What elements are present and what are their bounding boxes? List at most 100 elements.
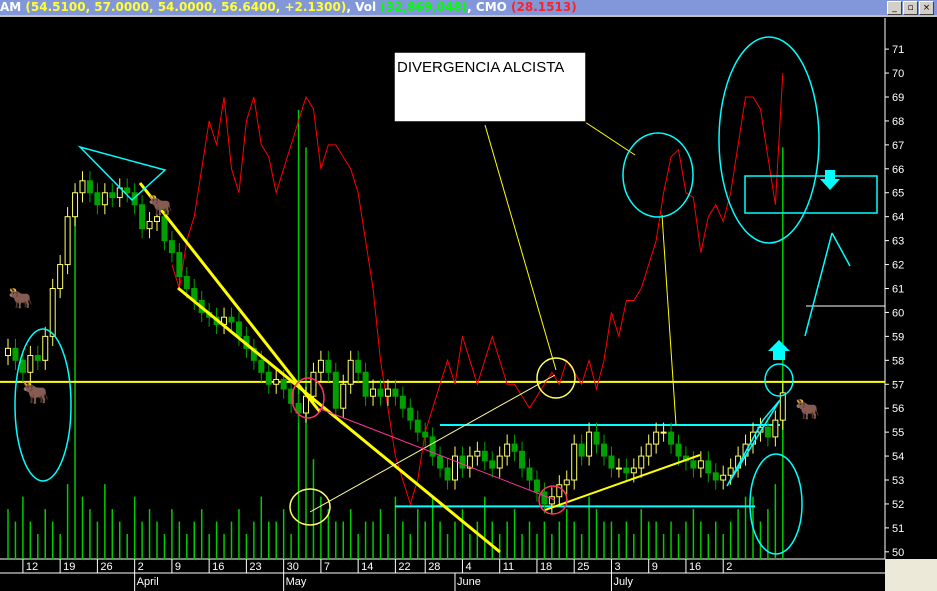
candle-body: [72, 192, 79, 218]
y-tick-label: 67: [892, 140, 904, 152]
candle-body: [638, 455, 645, 469]
candle-body: [399, 395, 406, 409]
candle-body: [578, 443, 585, 457]
candle-body: [720, 474, 727, 481]
x-tick-label: 25: [577, 561, 589, 573]
x-tick-label: 28: [428, 561, 440, 573]
month-label: July: [613, 576, 633, 588]
candle-body: [317, 359, 324, 373]
y-tick-label: 62: [892, 260, 904, 272]
y-tick-label: 61: [892, 284, 904, 296]
candle-body: [124, 187, 131, 194]
y-tick-label: 52: [892, 499, 904, 511]
candle-body: [12, 347, 19, 361]
x-tick-label: 11: [503, 561, 514, 573]
candle-body: [49, 288, 56, 337]
candle-body: [407, 407, 414, 421]
x-tick-label: 30: [287, 561, 299, 573]
x-tick-label: 9: [652, 561, 658, 573]
candle-body: [57, 264, 64, 290]
candle-body: [325, 359, 332, 373]
x-tick-label: 16: [689, 561, 701, 573]
candle-body: [593, 431, 600, 445]
candle-body: [94, 192, 101, 206]
candle-body: [668, 431, 675, 445]
candle-body: [332, 371, 339, 409]
candle-body: [265, 371, 272, 385]
candle-body: [645, 443, 652, 457]
candle-body: [727, 467, 734, 476]
arrow-down-icon: [820, 170, 840, 190]
y-tick-label: 50: [892, 547, 904, 559]
candle-body: [481, 450, 488, 462]
candle-body: [623, 467, 630, 474]
candle-body: [697, 460, 704, 469]
candle-body: [27, 355, 34, 373]
trendline: [177, 286, 501, 554]
candle-body: [511, 443, 518, 452]
candle-body: [533, 479, 540, 493]
x-tick-label: 12: [26, 561, 38, 573]
candle-body: [79, 180, 86, 194]
candle-body: [280, 378, 287, 390]
candle-body: [690, 460, 697, 469]
x-tick-label: 7: [324, 561, 330, 573]
candle-body: [504, 443, 511, 457]
y-tick-label: 65: [892, 188, 904, 200]
candle-body: [310, 371, 317, 397]
candle-body: [355, 359, 362, 373]
x-tick-label: 16: [212, 561, 224, 573]
y-tick-label: 59: [892, 331, 904, 343]
annotation-title: DIVERGENCIA ALCISTA: [397, 59, 564, 76]
candle-body: [630, 467, 637, 474]
candle-body: [340, 383, 347, 409]
candle-body: [183, 276, 190, 290]
candle-body: [444, 467, 451, 481]
trendline: [138, 182, 322, 413]
candle-body: [496, 455, 503, 469]
candle-body: [519, 450, 526, 469]
x-tick-label: 9: [175, 561, 181, 573]
candle-body: [362, 371, 369, 397]
candle-body: [675, 443, 682, 457]
y-tick-label: 57: [892, 379, 904, 391]
candle-body: [653, 431, 660, 445]
candle-body: [64, 216, 71, 266]
candle-body: [228, 316, 235, 323]
x-tick-label: 4: [465, 561, 471, 573]
candle-body: [586, 431, 593, 457]
candle-body: [422, 431, 429, 438]
bull-icon: 🐂: [795, 399, 820, 421]
candle-body: [258, 359, 265, 373]
candle-body: [601, 443, 607, 457]
y-tick-label: 55: [892, 427, 904, 439]
candle-body: [526, 467, 533, 481]
month-label: May: [286, 576, 307, 588]
candle-body: [347, 359, 354, 385]
candle-body: [712, 472, 719, 481]
corner-panel: [885, 559, 937, 591]
x-tick-label: 3: [614, 561, 620, 573]
candle-body: [235, 321, 242, 337]
candle-body: [392, 388, 399, 397]
candle-body: [571, 443, 578, 481]
y-tick-label: 56: [892, 403, 904, 415]
bull-icon: 🐂: [148, 195, 173, 217]
y-tick-label: 53: [892, 475, 904, 487]
candle-body: [161, 216, 168, 242]
month-label: April: [137, 576, 159, 588]
x-axis-background: [0, 559, 885, 591]
y-tick-label: 54: [892, 451, 904, 463]
candle-body: [86, 180, 93, 194]
candle-body: [146, 220, 153, 230]
candle-body: [452, 455, 458, 481]
y-tick-label: 58: [892, 355, 904, 367]
x-tick-label: 18: [540, 561, 552, 573]
candle-body: [608, 455, 615, 469]
x-tick-label: 2: [138, 561, 144, 573]
y-tick-label: 70: [892, 68, 904, 80]
candle-body: [615, 467, 622, 470]
candle-body: [19, 359, 26, 373]
candle-body: [154, 216, 160, 222]
candle-body: [563, 479, 570, 486]
